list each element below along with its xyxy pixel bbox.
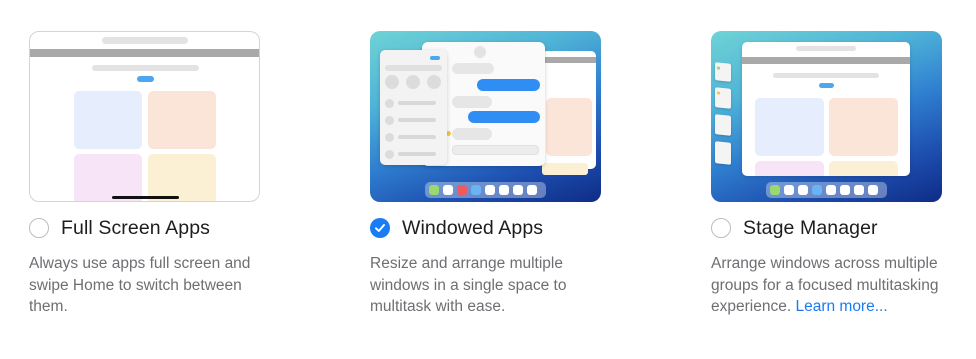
bubble-in-1 (452, 63, 494, 74)
checkmark-icon (375, 224, 385, 232)
back-window-tile-yellow (542, 163, 588, 175)
stage-manager-radio[interactable] (711, 218, 731, 238)
back-window (542, 51, 596, 169)
stage-dock-app-5 (826, 185, 836, 195)
row-text-1 (398, 101, 436, 105)
full-screen-apps-description: Always use apps full screen and swipe Ho… (29, 255, 251, 315)
url-bar (102, 37, 188, 44)
dock-app-8 (527, 185, 537, 195)
stage-dock-app-1 (770, 185, 780, 195)
row-avatar-1 (385, 99, 394, 108)
bubble-out-1 (477, 79, 540, 91)
windowed-apps-row[interactable]: Windowed Apps (370, 214, 543, 242)
dock-app-3 (457, 185, 467, 195)
windowed-apps-description: Resize and arrange multiple windows in a… (370, 255, 567, 315)
row-text-4 (398, 152, 436, 156)
center-toolbar (742, 57, 910, 64)
tile-orange (148, 91, 216, 149)
row-avatar-2 (385, 116, 394, 125)
button-placeholder (137, 76, 154, 82)
stage-manager-preview[interactable] (711, 31, 942, 202)
option-windowed-apps[interactable]: Windowed Apps Resize and arrange multipl… (370, 0, 602, 359)
windowed-apps-preview[interactable] (370, 31, 601, 202)
row-avatar-3 (385, 133, 394, 142)
center-url-bar (796, 46, 856, 51)
stack-thumb-2 (715, 87, 731, 109)
center-heading (773, 73, 879, 78)
full-screen-apps-row[interactable]: Full Screen Apps (29, 214, 210, 242)
heading-placeholder (92, 65, 199, 71)
center-tile-yellow (829, 161, 898, 176)
dock-app-6 (499, 185, 509, 195)
contacts-search (385, 65, 442, 71)
center-tile-blue (755, 98, 824, 156)
option-stage-manager[interactable]: Stage Manager Arrange windows across mul… (711, 0, 943, 359)
center-tile-pink (755, 161, 824, 176)
dock (425, 182, 546, 198)
windowed-apps-label: Windowed Apps (402, 216, 544, 239)
tile-pink (74, 154, 142, 201)
center-button (819, 83, 834, 88)
stage-dock-app-7 (854, 185, 864, 195)
bubble-in-2 (452, 96, 492, 108)
row-text-2 (398, 118, 436, 122)
stage-dock-app-4 (812, 185, 822, 195)
back-window-toolbar (542, 57, 596, 63)
stage-manager-row[interactable]: Stage Manager (711, 214, 878, 242)
dock-app-7 (513, 185, 523, 195)
dock-app-1 (429, 185, 439, 195)
learn-more-link[interactable]: Learn more... (795, 298, 887, 315)
full-screen-apps-preview[interactable] (29, 31, 260, 202)
pinned-avatar-3 (427, 75, 441, 89)
contacts-window (380, 50, 447, 165)
stack-thumb-2-icon (717, 91, 720, 95)
tile-yellow (148, 154, 216, 201)
row-avatar-4 (385, 150, 394, 159)
pinned-avatar-1 (385, 75, 399, 89)
stage-dock-app-6 (840, 185, 850, 195)
full-screen-apps-radio[interactable] (29, 218, 49, 238)
stack-thumb-1 (715, 62, 731, 82)
dock-app-4 (471, 185, 481, 195)
toolbar-strip (30, 49, 259, 57)
row-text-3 (398, 135, 436, 139)
tile-blue (74, 91, 142, 149)
option-full-screen-apps[interactable]: Full Screen Apps Always use apps full sc… (29, 0, 261, 359)
stage-dock-app-3 (798, 185, 808, 195)
stack-thumb-4 (715, 141, 731, 165)
bubble-in-3 (452, 128, 492, 140)
contact-avatar (474, 46, 486, 58)
stage-dock-app-2 (784, 185, 794, 195)
bubble-out-2 (468, 111, 540, 123)
contacts-edit (430, 56, 440, 60)
center-tile-orange (829, 98, 898, 156)
stage-dock (766, 182, 887, 198)
full-screen-apps-label: Full Screen Apps (61, 216, 211, 239)
stack-thumb-3 (715, 114, 731, 136)
center-window (742, 42, 910, 176)
home-indicator (112, 196, 179, 199)
stack-thumb-1-icon (717, 66, 720, 70)
compose-field (452, 145, 539, 155)
dock-app-2 (443, 185, 453, 195)
dock-app-5 (485, 185, 495, 195)
back-window-tile (546, 98, 592, 156)
pinned-avatar-2 (406, 75, 420, 89)
stage-manager-label: Stage Manager (743, 216, 878, 239)
windowed-apps-radio[interactable] (370, 218, 390, 238)
stage-manager-description: Arrange windows across multiple groups f… (711, 253, 951, 318)
stage-dock-app-8 (868, 185, 878, 195)
